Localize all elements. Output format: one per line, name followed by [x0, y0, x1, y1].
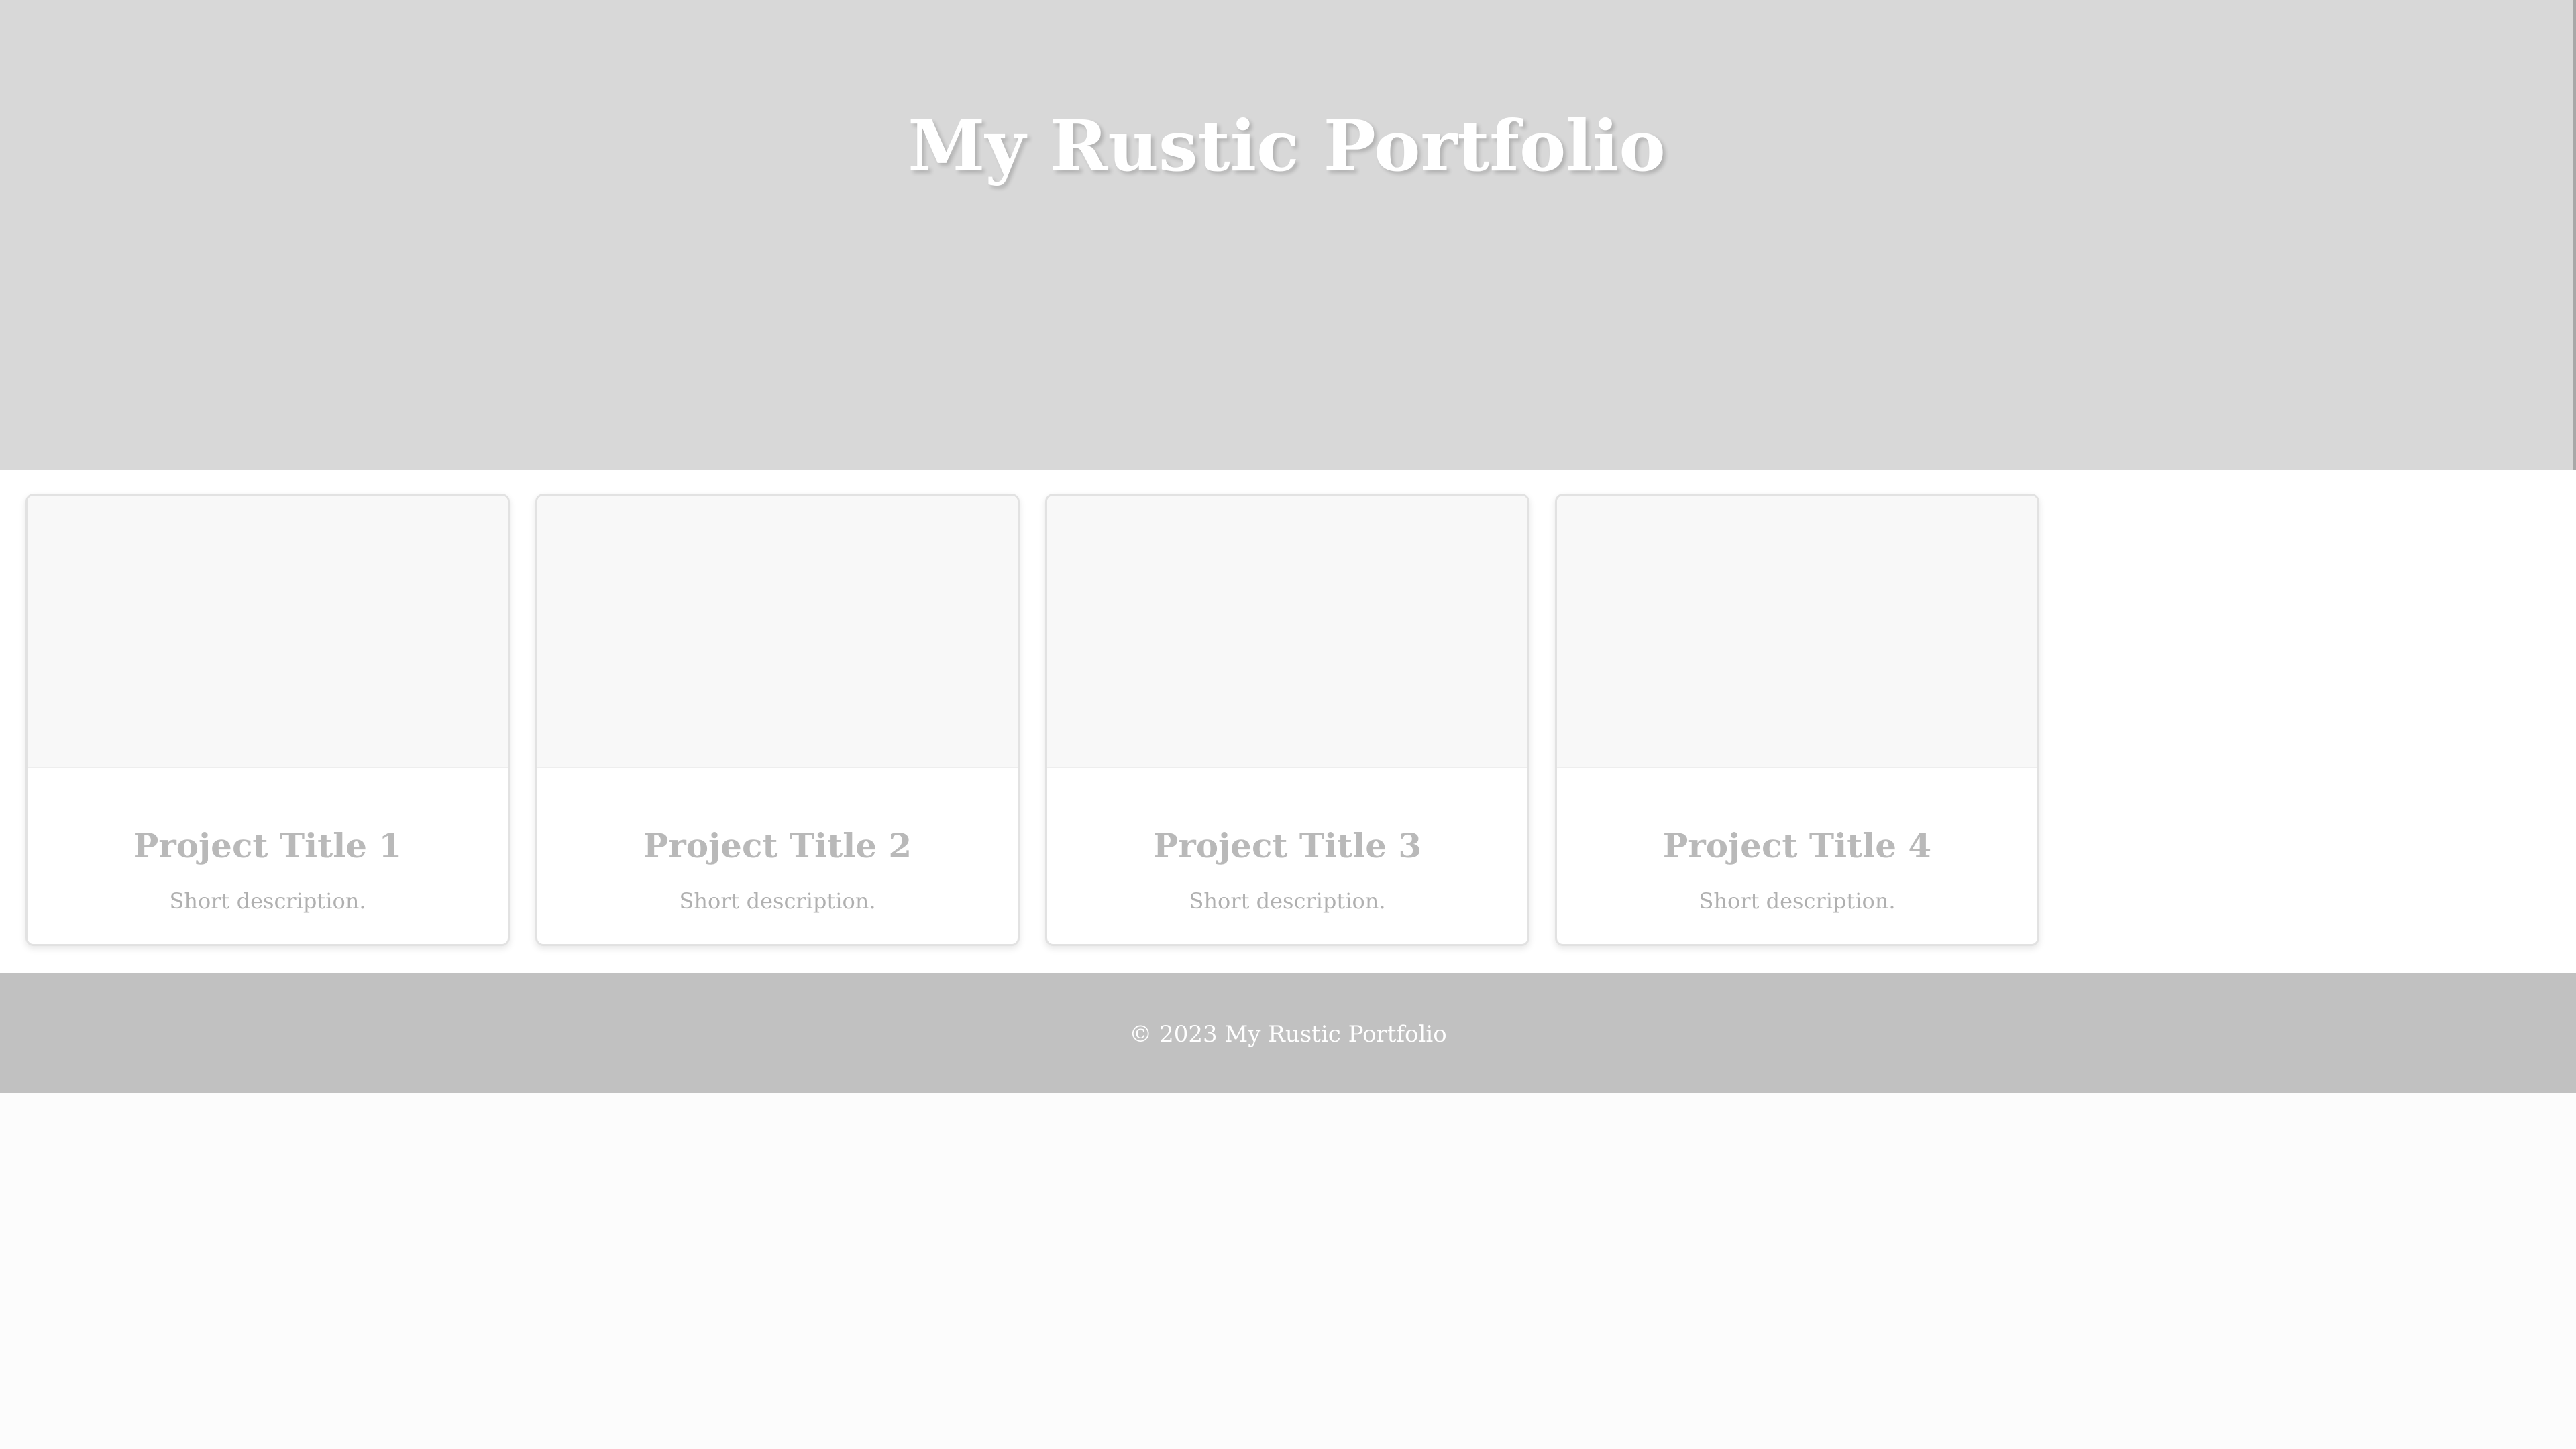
site-footer: © 2023 My Rustic Portfolio [0, 973, 2576, 1093]
copyright-text: © 2023 My Rustic Portfolio [1129, 1021, 1447, 1048]
site-title: My Rustic Portfolio [908, 105, 1666, 187]
project-image [28, 496, 508, 768]
project-title: Project Title 1 [133, 826, 402, 865]
project-card[interactable]: Project Title 1 Short description. [25, 494, 510, 946]
project-description: Short description. [1189, 888, 1386, 914]
project-card[interactable]: Project Title 4 Short description. [1555, 494, 2039, 946]
project-title: Project Title 3 [1152, 826, 1422, 865]
project-image [537, 496, 1018, 768]
hero-header: My Rustic Portfolio [0, 0, 2576, 470]
project-gallery: Project Title 1 Short description. Proje… [0, 470, 2576, 973]
page: My Rustic Portfolio Project Title 1 Shor… [0, 0, 2576, 1449]
project-description: Short description. [679, 888, 876, 914]
project-description: Short description. [169, 888, 366, 914]
project-image [1047, 496, 1527, 768]
project-title: Project Title 2 [643, 826, 912, 865]
project-description: Short description. [1699, 888, 1896, 914]
project-title: Project Title 4 [1662, 826, 1932, 865]
project-card[interactable]: Project Title 3 Short description. [1045, 494, 1529, 946]
project-card[interactable]: Project Title 2 Short description. [535, 494, 1020, 946]
project-image [1557, 496, 2037, 768]
